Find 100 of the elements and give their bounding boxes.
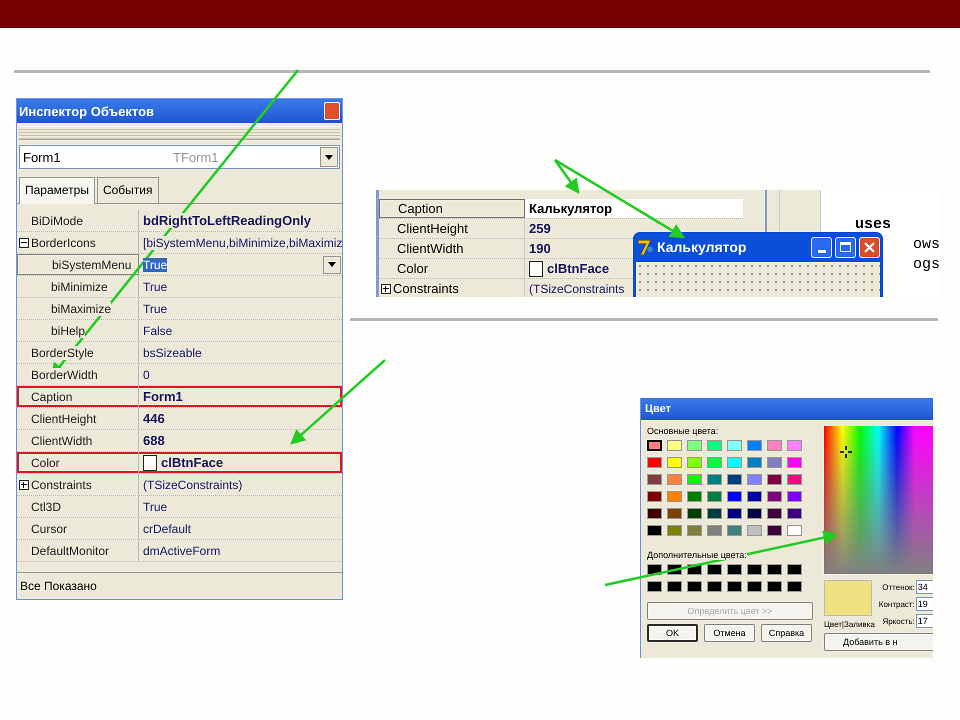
color-swatch[interactable] — [687, 581, 702, 592]
color-swatch[interactable] — [767, 474, 782, 485]
color-swatch[interactable] — [747, 508, 762, 519]
color-swatch[interactable] — [747, 525, 762, 536]
property-row[interactable]: biHelp False — [17, 320, 342, 342]
color-swatch[interactable] — [787, 491, 802, 502]
dialog-button[interactable]: Справка — [761, 624, 812, 642]
collapse-icon[interactable] — [19, 238, 29, 248]
color-swatch[interactable] — [707, 525, 722, 536]
property-row[interactable]: BorderStyle bsSizeable — [17, 342, 342, 364]
color-swatch[interactable] — [707, 564, 722, 575]
color-swatch[interactable] — [727, 581, 742, 592]
property-row[interactable]: Ctl3D True — [17, 496, 342, 518]
dialog-button[interactable]: Отмена — [704, 624, 755, 642]
tab[interactable]: Параметры — [19, 177, 95, 204]
dropdown-button[interactable] — [320, 147, 338, 167]
color-swatch[interactable] — [687, 525, 702, 536]
color-swatch[interactable] — [767, 440, 782, 451]
color-swatch[interactable] — [727, 457, 742, 468]
property-row[interactable]: biMinimize True — [17, 276, 342, 298]
color-swatch[interactable] — [647, 440, 662, 451]
color-swatch[interactable] — [747, 474, 762, 485]
color-swatch[interactable] — [727, 525, 742, 536]
color-swatch[interactable] — [707, 508, 722, 519]
color-swatch[interactable] — [727, 564, 742, 575]
color-swatch[interactable] — [787, 525, 802, 536]
input-field[interactable]: 34 — [916, 580, 933, 594]
property-row[interactable]: BiDiMode bdRightToLeftReadingOnly — [17, 210, 342, 232]
color-swatch[interactable] — [707, 581, 722, 592]
color-swatch[interactable] — [647, 525, 662, 536]
color-swatch[interactable] — [767, 525, 782, 536]
close-button[interactable] — [859, 236, 880, 258]
color-swatch[interactable] — [687, 440, 702, 451]
property-name: Ctl3D — [31, 500, 62, 514]
minimize-button[interactable] — [811, 236, 832, 258]
color-swatch[interactable] — [687, 457, 702, 468]
color-swatch[interactable] — [687, 508, 702, 519]
property-row[interactable]: biSystemMenu True — [17, 254, 342, 276]
property-row[interactable]: Cursor crDefault — [17, 518, 342, 540]
property-row[interactable]: ClientHeight 446 — [17, 408, 342, 430]
color-swatch[interactable] — [747, 457, 762, 468]
color-swatch[interactable] — [647, 581, 662, 592]
color-swatch[interactable] — [747, 440, 762, 451]
color-swatch[interactable] — [667, 440, 682, 451]
dropdown-button[interactable] — [323, 256, 342, 274]
color-swatch[interactable] — [767, 457, 782, 468]
color-swatch[interactable] — [667, 491, 682, 502]
color-swatch[interactable] — [767, 581, 782, 592]
color-swatch[interactable] — [707, 440, 722, 451]
color-swatch[interactable] — [727, 440, 742, 451]
color-swatch[interactable] — [767, 491, 782, 502]
property-row[interactable]: Caption Form1 — [17, 386, 342, 408]
color-swatch[interactable] — [707, 457, 722, 468]
color-swatch[interactable] — [667, 474, 682, 485]
property-row[interactable]: ClientWidth 688 — [17, 430, 342, 452]
expand-icon[interactable] — [19, 480, 29, 490]
color-swatch[interactable] — [747, 491, 762, 502]
color-swatch[interactable] — [707, 491, 722, 502]
color-swatch[interactable] — [687, 491, 702, 502]
color-swatch[interactable] — [787, 564, 802, 575]
dialog-button[interactable]: OK — [647, 624, 698, 642]
color-swatch[interactable] — [787, 474, 802, 485]
input-field[interactable]: 19 — [916, 597, 933, 611]
color-swatch[interactable] — [747, 581, 762, 592]
color-swatch[interactable] — [767, 508, 782, 519]
color-swatch[interactable] — [647, 491, 662, 502]
color-swatch[interactable] — [647, 457, 662, 468]
property-name: biMinimize — [51, 280, 108, 294]
input-field[interactable]: 17 — [916, 614, 933, 628]
property-value: 259 — [529, 221, 551, 236]
property-row[interactable]: Constraints (TSizeConstraints) — [17, 474, 342, 496]
color-swatch[interactable] — [767, 564, 782, 575]
object-selector[interactable]: Form1 TForm1 — [19, 145, 340, 169]
color-swatch[interactable] — [787, 508, 802, 519]
property-row[interactable]: DefaultMonitor dmActiveForm — [17, 540, 342, 562]
expand-icon[interactable] — [381, 284, 391, 294]
color-swatch[interactable] — [647, 474, 662, 485]
color-swatch[interactable] — [667, 581, 682, 592]
color-swatch[interactable] — [667, 457, 682, 468]
color-spectrum[interactable] — [824, 426, 933, 574]
property-row[interactable]: biMaximize True — [17, 298, 342, 320]
color-swatch[interactable] — [727, 474, 742, 485]
color-swatch[interactable] — [747, 564, 762, 575]
tab[interactable]: События — [96, 177, 159, 203]
close-button[interactable] — [324, 102, 340, 120]
color-swatch[interactable] — [687, 474, 702, 485]
color-swatch[interactable] — [787, 440, 802, 451]
color-swatch[interactable] — [647, 508, 662, 519]
maximize-button[interactable] — [835, 236, 856, 258]
color-swatch[interactable] — [667, 508, 682, 519]
color-swatch[interactable] — [787, 457, 802, 468]
property-row[interactable]: BorderIcons [biSystemMenu,biMinimize,biMaximiz — [17, 232, 342, 254]
property-row[interactable]: Color clBtnFace — [17, 452, 342, 474]
color-swatch[interactable] — [727, 508, 742, 519]
color-swatch[interactable] — [707, 474, 722, 485]
color-swatch[interactable] — [787, 581, 802, 592]
color-swatch[interactable] — [727, 491, 742, 502]
color-swatch[interactable] — [667, 525, 682, 536]
add-custom-color-button[interactable]: Добавить в н — [824, 633, 933, 651]
property-row[interactable]: BorderWidth 0 — [17, 364, 342, 386]
